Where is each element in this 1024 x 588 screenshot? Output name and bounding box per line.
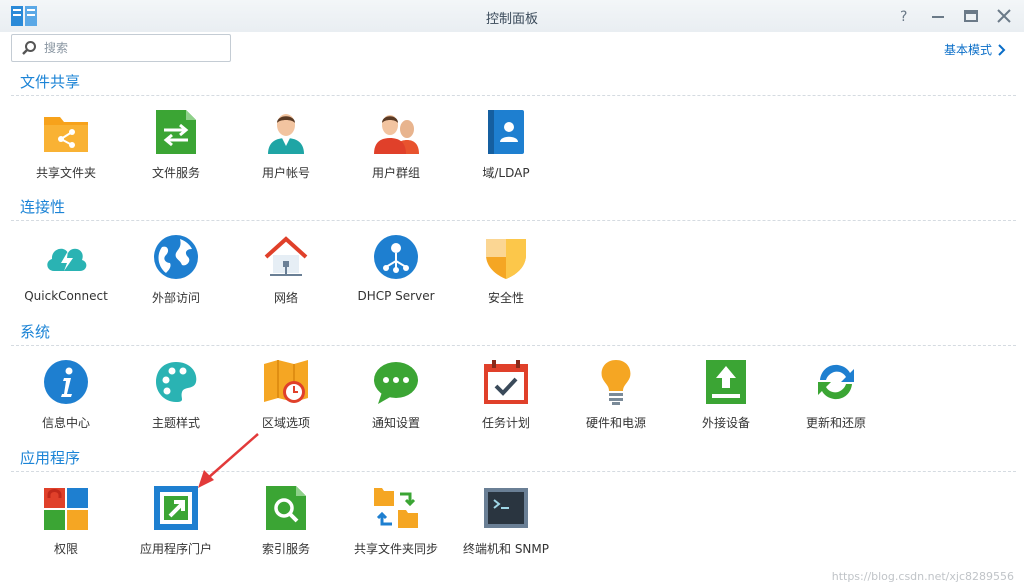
section-title: 应用程序 <box>20 449 81 467</box>
window-title: 控制面板 <box>485 12 538 27</box>
item-theme[interactable]: 主题样式 <box>121 358 231 431</box>
item-quickconnect[interactable]: QuickConnect <box>11 233 121 303</box>
section-title: 连接性 <box>20 198 66 216</box>
item-label: 更新和还原 <box>805 416 866 430</box>
network-icon <box>264 236 308 276</box>
item-network[interactable]: 网络 <box>231 233 341 306</box>
item-label: 通知设置 <box>371 416 420 430</box>
minimize-icon[interactable] <box>929 8 947 24</box>
item-label: 网络 <box>273 291 298 305</box>
item-label: DHCP Server <box>357 289 435 303</box>
item-label: 安全性 <box>487 291 524 305</box>
item-dhcp-server[interactable]: DHCP Server <box>341 233 451 303</box>
section-title: 文件共享 <box>20 73 81 91</box>
item-terminal-snmp[interactable]: 终端机和 SNMP <box>451 484 561 557</box>
external-devices-icon <box>706 360 746 404</box>
indexing-service-icon <box>266 486 306 530</box>
item-indexing-service[interactable]: 索引服务 <box>231 484 341 557</box>
section-items: 共享文件夹 文件服务 用户帐号 用户群组 域/LDAP <box>11 96 1016 196</box>
item-security[interactable]: 安全性 <box>451 233 561 306</box>
privileges-icon <box>44 488 88 530</box>
item-label: 终端机和 SNMP <box>463 542 549 556</box>
item-label: QuickConnect <box>24 289 108 303</box>
basic-mode-label: 基本模式 <box>943 43 992 57</box>
item-label: 外部访问 <box>151 291 200 305</box>
item-task-scheduler[interactable]: 任务计划 <box>451 358 561 431</box>
task-scheduler-icon <box>484 360 528 404</box>
section-system: 系统 信息中心 主题样式 区域选项 通知设置 任务计划 硬件和电源 外接设备 更… <box>11 321 1016 446</box>
external-access-icon <box>154 235 198 279</box>
item-external-devices[interactable]: 外接设备 <box>671 358 781 431</box>
item-info-center[interactable]: 信息中心 <box>11 358 121 431</box>
file-services-icon <box>156 110 196 154</box>
item-label: 外接设备 <box>701 416 750 430</box>
help-icon[interactable]: ? <box>896 8 914 24</box>
item-application-portal[interactable]: 应用程序门户 <box>121 484 231 557</box>
dhcp-server-icon <box>374 235 418 279</box>
title-bar: 控制面板 ? <box>0 0 1024 32</box>
section-file-sharing: 文件共享 共享文件夹 文件服务 用户帐号 用户群组 域/LDAP <box>11 71 1016 196</box>
item-label: 硬件和电源 <box>585 416 646 430</box>
domain-ldap-icon <box>488 110 524 154</box>
hardware-power-icon <box>601 360 631 405</box>
group-icon <box>374 115 419 154</box>
item-shared-folder[interactable]: 共享文件夹 <box>11 108 121 181</box>
item-label: 文件服务 <box>151 166 200 180</box>
basic-mode-link[interactable]: 基本模式 <box>944 41 1006 58</box>
section-title: 系统 <box>20 323 51 341</box>
item-shared-folder-sync[interactable]: 共享文件夹同步 <box>341 484 451 557</box>
item-label: 信息中心 <box>41 416 90 430</box>
item-label: 索引服务 <box>261 542 310 556</box>
item-update-restore[interactable]: 更新和还原 <box>781 358 891 431</box>
item-label: 共享文件夹同步 <box>353 542 438 556</box>
item-notification[interactable]: 通知设置 <box>341 358 451 431</box>
item-label: 主题样式 <box>151 416 200 430</box>
item-label: 共享文件夹 <box>35 166 96 180</box>
item-user[interactable]: 用户帐号 <box>231 108 341 181</box>
section-applications: 应用程序 权限 应用程序门户 索引服务 共享文件夹同步 终端机和 SNMP <box>11 447 1016 572</box>
theme-icon <box>156 362 197 402</box>
security-icon <box>486 239 526 279</box>
regional-options-icon <box>264 360 308 403</box>
maximize-icon[interactable] <box>962 8 980 24</box>
section-items: 信息中心 主题样式 区域选项 通知设置 任务计划 硬件和电源 外接设备 更新和还… <box>11 346 1016 446</box>
close-icon[interactable] <box>995 8 1013 24</box>
chevron-right-icon <box>998 43 1006 56</box>
item-label: 任务计划 <box>481 416 530 430</box>
item-external-access[interactable]: 外部访问 <box>121 233 231 306</box>
notification-icon <box>374 362 418 404</box>
shared-folder-sync-icon <box>374 488 418 528</box>
item-label: 用户帐号 <box>261 166 310 180</box>
watermark: https://blog.csdn.net/xjc8289556 <box>831 570 1014 583</box>
item-label: 域/LDAP <box>482 166 530 180</box>
search-icon <box>22 41 36 55</box>
info-center-icon <box>44 360 88 404</box>
item-label: 区域选项 <box>261 416 310 430</box>
search-box[interactable] <box>11 34 231 62</box>
svg-text:?: ? <box>900 9 907 24</box>
item-file-services[interactable]: 文件服务 <box>121 108 231 181</box>
item-hardware-power[interactable]: 硬件和电源 <box>561 358 671 431</box>
section-connectivity: 连接性 QuickConnect 外部访问 网络 DHCP Server 安全性 <box>11 196 1016 321</box>
item-label: 用户群组 <box>371 166 420 180</box>
user-icon <box>268 114 304 154</box>
item-group[interactable]: 用户群组 <box>341 108 451 181</box>
item-regional-options[interactable]: 区域选项 <box>231 358 341 431</box>
shared-folder-icon <box>44 117 88 152</box>
terminal-snmp-icon <box>484 488 528 528</box>
item-label: 权限 <box>53 542 78 556</box>
item-domain-ldap[interactable]: 域/LDAP <box>451 108 561 181</box>
application-portal-icon <box>154 486 198 530</box>
update-restore-icon <box>818 364 854 400</box>
section-items: 权限 应用程序门户 索引服务 共享文件夹同步 终端机和 SNMP <box>11 472 1016 572</box>
quickconnect-icon <box>47 248 87 271</box>
item-label: 应用程序门户 <box>139 542 212 556</box>
item-privileges[interactable]: 权限 <box>11 484 121 557</box>
section-items: QuickConnect 外部访问 网络 DHCP Server 安全性 <box>11 221 1016 321</box>
search-input[interactable] <box>42 38 226 58</box>
